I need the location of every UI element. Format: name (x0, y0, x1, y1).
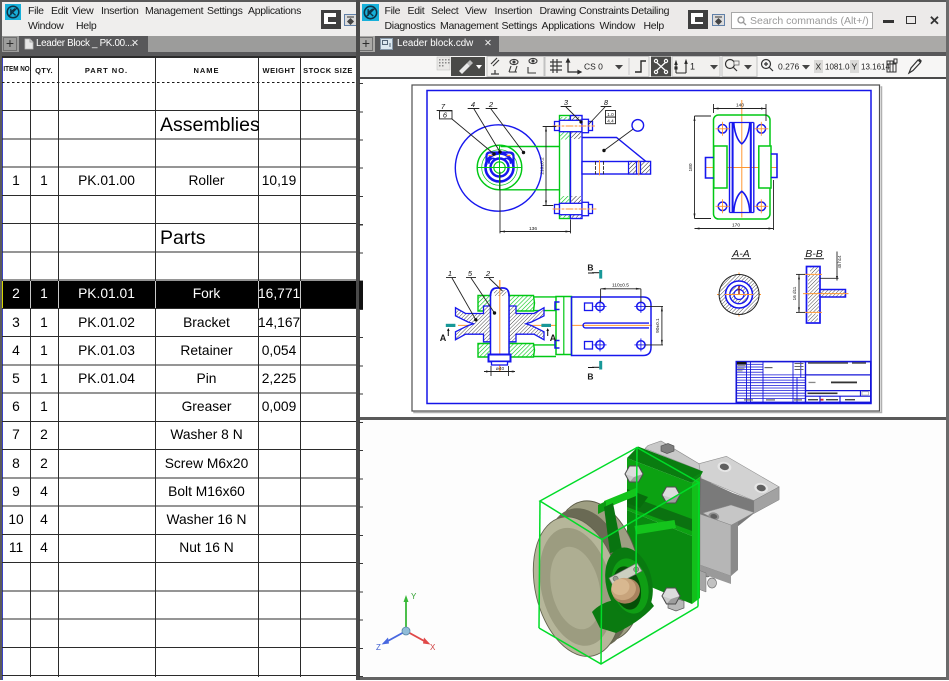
svg-text:CS 0: CS 0 (584, 62, 603, 72)
svg-text:0.276: 0.276 (778, 62, 800, 72)
svg-text:4: 4 (471, 100, 475, 109)
svg-text:45 h14: 45 h14 (837, 255, 842, 268)
svg-text:X: X (430, 643, 436, 652)
svg-text:90±0.1: 90±0.1 (655, 318, 661, 333)
svg-text:1: 1 (690, 62, 695, 72)
svg-text:210±0.2: 210±0.2 (540, 157, 546, 175)
svg-text:1.0: 1.0 (607, 112, 614, 117)
svg-text:136: 136 (529, 226, 537, 232)
svg-text:180: 180 (688, 163, 694, 171)
svg-text:2: 2 (488, 100, 494, 109)
svg-text:16 d11: 16 d11 (792, 286, 797, 300)
svg-text:ø40: ø40 (496, 366, 505, 372)
svg-text:110±0.5: 110±0.5 (612, 282, 629, 288)
svg-text:B: B (587, 263, 593, 273)
svg-text:140: 140 (736, 103, 744, 109)
svg-text:Y: Y (411, 592, 417, 601)
svg-text:X: X (816, 62, 822, 72)
svg-text:B: B (587, 372, 593, 382)
svg-text:2: 2 (485, 269, 491, 278)
svg-text:B-B: B-B (805, 248, 823, 260)
svg-text:170: 170 (732, 223, 740, 229)
svg-text:A: A (550, 333, 557, 343)
svg-text:A-A: A-A (731, 248, 750, 260)
svg-text:1: 1 (448, 269, 452, 278)
svg-text:13.1614: 13.1614 (861, 63, 890, 72)
svg-text:4.4: 4.4 (607, 118, 614, 123)
svg-text:Y: Y (852, 62, 858, 72)
svg-text:A: A (440, 333, 447, 343)
svg-text:Z: Z (376, 643, 381, 652)
